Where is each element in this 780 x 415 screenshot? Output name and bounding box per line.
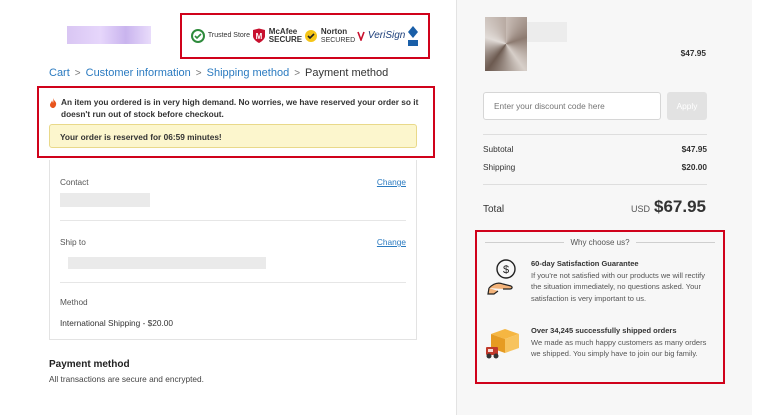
norton-badge: Norton SECURED: [304, 27, 356, 44]
norton-title: Norton: [320, 27, 348, 37]
svg-text:M: M: [255, 32, 262, 41]
money-hand-icon: $: [485, 258, 523, 305]
demand-alert-message: An item you ordered is in very high dema…: [61, 97, 419, 120]
breadcrumb: Cart > Customer information > Shipping m…: [49, 67, 388, 79]
bbb-icon: [407, 25, 419, 47]
divider: [635, 242, 716, 243]
subtotal-label: Subtotal: [483, 144, 514, 154]
fire-icon: [49, 98, 57, 120]
shipping-label: Shipping: [483, 162, 516, 172]
order-summary: $47.95 Apply Subtotal $47.95 Shipping $2…: [456, 0, 752, 415]
reservation-timer: Your order is reserved for 06:59 minutes…: [49, 124, 417, 148]
guarantee-item: $ 60-day Satisfaction Guarantee If you'r…: [485, 258, 715, 305]
divider: [483, 184, 707, 185]
breadcrumb-payment-method: Payment method: [305, 67, 389, 79]
bbb-badge: [407, 25, 419, 47]
divider: [60, 282, 406, 283]
verisign-badge: VeriSign: [357, 29, 406, 42]
norton-line: SECURED: [320, 36, 356, 44]
subtotal-row: Subtotal $47.95: [483, 144, 707, 154]
item-price: $47.95: [680, 48, 706, 58]
mcafee-badge: M McAfee SECURE: [252, 27, 303, 45]
norton-check-icon: [304, 29, 318, 43]
ship-to-value: [68, 257, 266, 269]
store-logo[interactable]: [67, 26, 151, 44]
shipping-row: Shipping $20.00: [483, 162, 707, 172]
method-label: Method: [60, 297, 88, 307]
divider: [485, 242, 565, 243]
method-value: International Shipping - $20.00: [60, 318, 174, 328]
svg-text:$: $: [503, 264, 509, 276]
breadcrumb-shipping-method[interactable]: Shipping method: [207, 67, 290, 79]
trusted-store-badge: Trusted Store: [190, 29, 251, 43]
shipping-value: $20.00: [681, 162, 707, 172]
product-thumbnail: [485, 17, 527, 71]
trust-badges: Trusted Store M McAfee SECURE Norton SECUR…: [180, 13, 430, 59]
currency-code: USD: [630, 204, 650, 214]
verisign-icon: [357, 31, 365, 41]
product-name: [527, 22, 567, 42]
apply-discount-button[interactable]: Apply: [667, 92, 707, 120]
ship-to-label: Ship to: [60, 237, 86, 247]
mcafee-line: SECURE: [268, 35, 303, 44]
demand-alert: An item you ordered is in very high dema…: [37, 86, 435, 158]
breadcrumb-separator: >: [294, 67, 301, 79]
total-label: Total: [483, 204, 505, 215]
trusted-store-icon: [190, 29, 205, 43]
total-value: $67.95: [654, 197, 706, 216]
why-choose-us-heading: Why choose us?: [570, 238, 630, 247]
guarantee-text: If you're not satisfied with our product…: [531, 270, 706, 303]
change-contact-link[interactable]: Change: [377, 177, 406, 187]
verisign-title: VeriSign: [367, 29, 406, 41]
change-ship-to-link[interactable]: Change: [377, 237, 406, 247]
breadcrumb-separator: >: [74, 67, 81, 79]
discount-code-input[interactable]: [483, 92, 661, 120]
divider: [60, 220, 406, 221]
trusted-store-label: Trusted Store: [207, 32, 251, 40]
shipped-orders-text: We made as much happy customers as many …: [531, 337, 707, 359]
payment-method-title: Payment method: [49, 359, 130, 370]
delivery-truck-icon: [485, 325, 523, 361]
subtotal-value: $47.95: [681, 144, 707, 154]
contact-value: [60, 193, 150, 207]
breadcrumb-separator: >: [195, 67, 202, 79]
contact-label: Contact: [60, 177, 89, 187]
order-info-panel: Contact Change Ship to Change Method Int…: [49, 160, 417, 340]
shipped-orders-title: Over 34,245 successfully shipped orders: [531, 326, 677, 335]
mcafee-shield-icon: M: [252, 28, 266, 44]
breadcrumb-customer-information[interactable]: Customer information: [86, 67, 191, 79]
why-choose-us: Why choose us? $ 60-day Satisfaction Gua…: [475, 230, 725, 384]
breadcrumb-cart[interactable]: Cart: [49, 67, 70, 79]
divider: [483, 134, 707, 135]
guarantee-title: 60-day Satisfaction Guarantee: [531, 259, 639, 268]
total-amount: USD $67.95: [631, 197, 706, 217]
shipped-orders-item: Over 34,245 successfully shipped orders …: [485, 325, 715, 361]
payment-method-subtitle: All transactions are secure and encrypte…: [49, 374, 204, 384]
